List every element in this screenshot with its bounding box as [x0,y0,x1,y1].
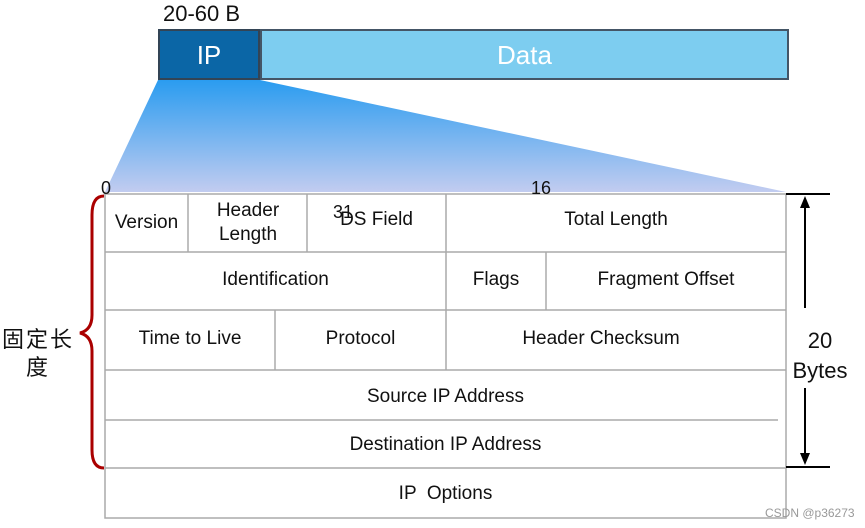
fixed-length-label: 固定长度 [1,327,74,380]
field-ttl: Time to Live [138,328,242,349]
field-ds: DS Field [340,209,413,230]
bytes-unit: Bytes [792,358,848,383]
data-block: Data [260,29,789,80]
field-total-length: Total Length [564,209,668,230]
field-fragment-offset: Fragment Offset [597,269,735,290]
field-protocol: Protocol [325,328,396,349]
field-destination-ip: Destination IP Address [349,434,542,455]
watermark: CSDN @p36273 [765,506,855,520]
bytes-value: 20 [807,328,833,353]
field-source-ip: Source IP Address [366,386,525,407]
field-ip-options: IP Options [398,483,493,504]
brace [79,194,105,470]
field-version: Version [114,212,179,233]
field-identification: Identification [222,269,329,290]
packet-size-label: 20-60 B [163,1,241,26]
field-header-length: Header Length [216,200,280,245]
field-header-checksum: Header Checksum [522,328,680,349]
zoom-wedge [105,80,786,192]
field-flags: Flags [472,269,520,290]
ip-block: IP [158,29,260,80]
